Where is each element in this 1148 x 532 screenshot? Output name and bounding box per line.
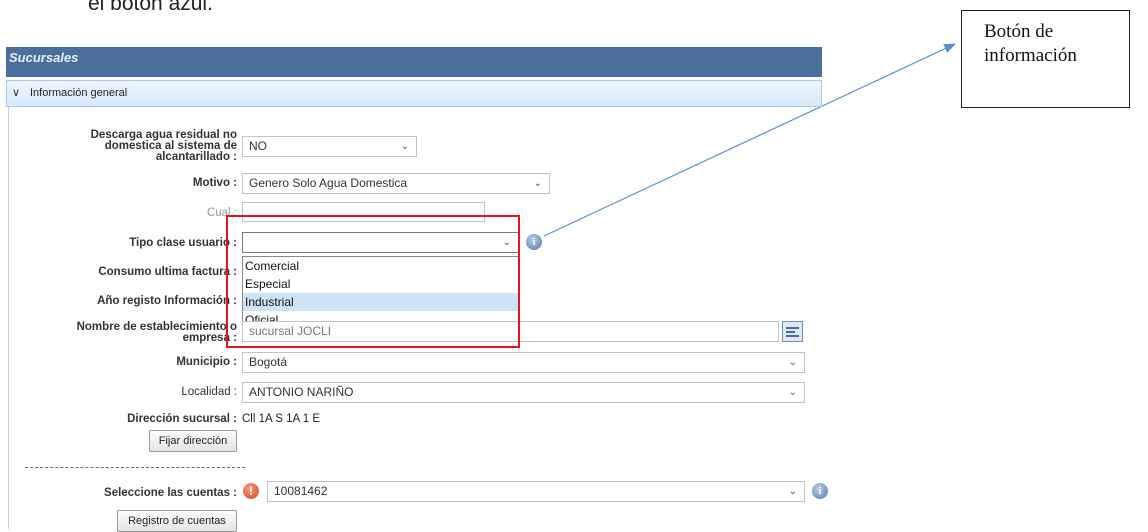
info-icon[interactable]: i <box>812 483 828 499</box>
descarga-label: Descarga agua residual no domestica al s… <box>60 129 237 163</box>
highlight-box <box>226 215 520 348</box>
consumo-label: Consumo ultima factura : <box>98 266 237 278</box>
motivo-label: Motivo : <box>192 177 237 189</box>
motivo-select[interactable]: Genero Solo Agua Domestica ⌄ <box>242 173 550 194</box>
motivo-select-value: Genero Solo Agua Domestica <box>249 176 408 190</box>
list-icon[interactable] <box>782 321 803 342</box>
tipo-clase-usuario-label: Tipo clase usuario : <box>129 237 237 249</box>
direccion-sucursal-label: Dirección sucursal : <box>127 413 237 425</box>
anio-registro-label: Año registo Información : <box>97 295 237 307</box>
localidad-select[interactable]: ANTONIO NARIÑO ⌄ <box>242 382 805 403</box>
chevron-down-icon: ⌄ <box>788 486 797 497</box>
section-title[interactable]: Información general <box>30 87 127 99</box>
chevron-down-icon: ⌄ <box>533 178 542 189</box>
chevron-down-icon[interactable]: ∨ <box>12 86 20 99</box>
warning-icon: ! <box>243 483 259 499</box>
direccion-sucursal-value: Cll 1A S 1A 1 E <box>242 413 320 425</box>
municipio-select[interactable]: Bogotá ⌄ <box>242 352 805 373</box>
panel-left-border <box>8 107 9 529</box>
localidad-select-value: ANTONIO NARIÑO <box>249 385 354 399</box>
localidad-label: Localidad : <box>181 386 237 398</box>
municipio-select-value: Bogotá <box>249 355 288 369</box>
descarga-select[interactable]: NO ⌄ <box>242 136 417 157</box>
cuentas-select[interactable]: 10081462 ⌄ <box>267 481 805 502</box>
descarga-select-value: NO <box>249 139 267 153</box>
panel-title: Sucursales <box>9 50 79 65</box>
descarga-label-line-3: alcantarillado : <box>155 151 237 163</box>
accordion-header-informacion-general[interactable] <box>6 80 822 107</box>
chevron-down-icon: ⌄ <box>788 387 797 398</box>
municipio-label: Municipio : <box>176 356 237 368</box>
nombre-establecimiento-label: Nombre de establecimiento o empresa : <box>40 321 237 344</box>
seleccione-cuentas-label: Seleccione las cuentas : <box>104 487 237 499</box>
info-icon[interactable]: i <box>526 234 542 250</box>
fijar-direccion-button[interactable]: Fijar dirección <box>149 430 237 452</box>
chevron-down-icon: ⌄ <box>788 357 797 368</box>
cuentas-select-value: 10081462 <box>274 484 328 498</box>
section-divider <box>25 467 245 468</box>
panel-header <box>6 47 822 77</box>
chevron-down-icon: ⌄ <box>400 141 409 152</box>
nombre-label-line-2: empresa : <box>182 332 237 344</box>
